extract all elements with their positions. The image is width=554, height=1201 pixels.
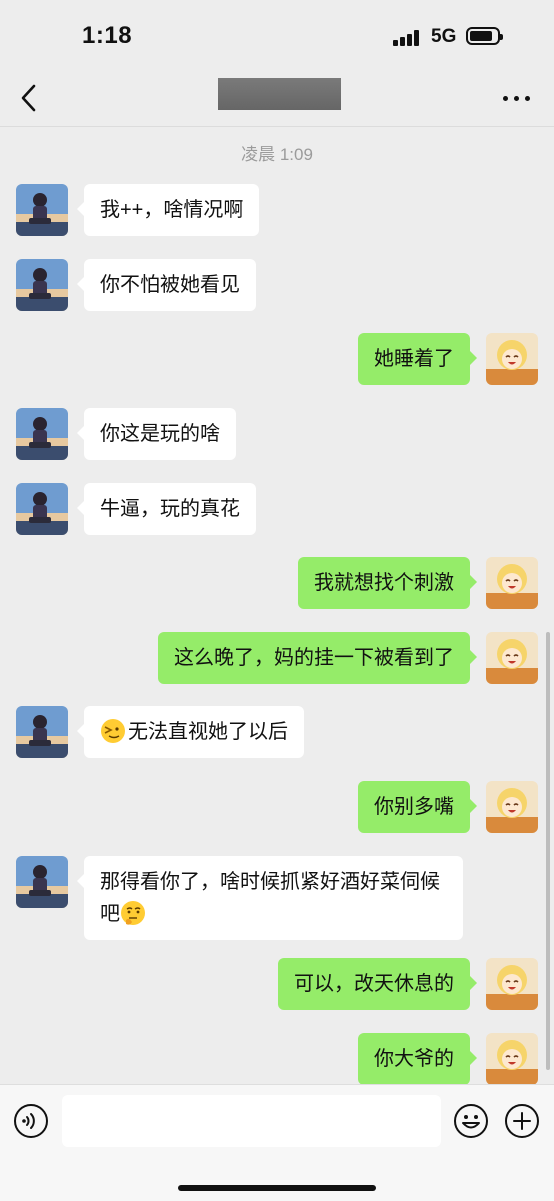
network-type: 5G	[431, 26, 457, 47]
received-message-bubble[interactable]: 无法直视她了以后	[77, 706, 304, 758]
my-avatar[interactable]	[486, 632, 538, 684]
sent-message-bubble[interactable]: 这么晚了，妈的挂一下被看到了	[158, 632, 477, 684]
message-text: 她睡着了	[374, 348, 454, 370]
facepalm-emoji	[100, 718, 126, 744]
chevron-left-icon[interactable]	[14, 78, 50, 118]
status-time: 1:18	[82, 22, 133, 49]
sent-message-bubble[interactable]: 可以，改天休息的	[278, 958, 477, 1010]
contact-avatar[interactable]	[16, 259, 68, 311]
message-list[interactable]: 凌晨 1:09 我++，啥情况啊 你不怕被她看见她睡着了你这是玩的啥 牛逼，玩的真花…	[0, 127, 554, 1084]
my-avatar[interactable]	[486, 958, 538, 1010]
status-bar: 1:18 5G	[0, 0, 554, 70]
my-avatar[interactable]	[486, 557, 538, 609]
sent-message-bubble[interactable]: 她睡着了	[358, 333, 477, 385]
signal-icon	[393, 30, 423, 46]
message-text: 牛逼，玩的真花	[100, 498, 240, 520]
message-timestamp: 凌晨 1:09	[241, 145, 313, 164]
received-message-bubble[interactable]: 牛逼，玩的真花	[77, 483, 256, 535]
scrollbar[interactable]	[546, 632, 550, 1070]
message-text: 可以，改天休息的	[294, 973, 454, 995]
voice-icon[interactable]	[13, 1103, 49, 1139]
received-message-bubble[interactable]: 你这是玩的啥	[77, 408, 236, 460]
received-message-bubble[interactable]: 你不怕被她看见	[77, 259, 256, 311]
battery-icon	[466, 27, 503, 45]
contact-avatar[interactable]	[16, 483, 68, 535]
message-text: 你大爷的	[374, 1048, 454, 1070]
input-bar	[0, 1084, 554, 1201]
sent-message-bubble[interactable]: 你别多嘴	[358, 781, 477, 833]
thinking-emoji	[120, 900, 146, 926]
contact-name-redacted[interactable]	[218, 78, 341, 110]
sent-message-bubble[interactable]: 你大爷的	[358, 1033, 477, 1084]
contact-avatar[interactable]	[16, 706, 68, 758]
message-text: 这么晚了，妈的挂一下被看到了	[174, 647, 454, 669]
contact-avatar[interactable]	[16, 184, 68, 236]
message-text: 你不怕被她看见	[100, 274, 240, 296]
sent-message-bubble[interactable]: 我就想找个刺激	[298, 557, 477, 609]
message-text: 无法直视她了以后	[128, 721, 288, 743]
message-text: 我就想找个刺激	[314, 572, 454, 594]
more-dots-icon[interactable]	[500, 86, 534, 110]
message-text: 你别多嘴	[374, 796, 454, 818]
my-avatar[interactable]	[486, 781, 538, 833]
contact-avatar[interactable]	[16, 856, 68, 908]
received-message-bubble[interactable]: 我++，啥情况啊	[76, 184, 260, 236]
my-avatar[interactable]	[486, 333, 538, 385]
message-input[interactable]	[62, 1095, 441, 1147]
home-indicator	[178, 1185, 376, 1191]
received-message-bubble[interactable]: 那得看你了，啥时候抓紧好酒好菜伺候吧	[77, 856, 463, 940]
contact-avatar[interactable]	[16, 408, 68, 460]
plus-icon[interactable]	[504, 1103, 540, 1139]
message-text: 你这是玩的啥	[100, 423, 220, 445]
message-text: 我++，啥情况啊	[100, 199, 244, 221]
smile-icon[interactable]	[453, 1103, 489, 1139]
chat-header	[0, 70, 554, 127]
my-avatar[interactable]	[486, 1033, 538, 1084]
message-text: 那得看你了，啥时候抓紧好酒好菜伺候吧	[100, 871, 440, 925]
